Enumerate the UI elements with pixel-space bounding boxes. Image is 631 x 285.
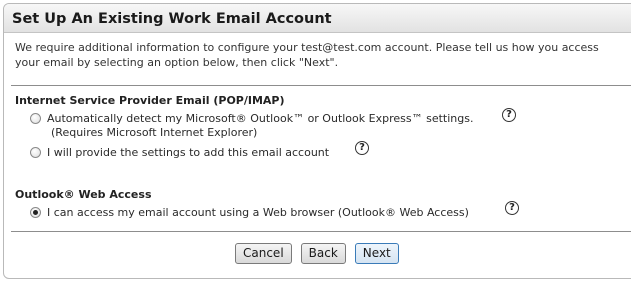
section-title-owa: Outlook® Web Access	[15, 188, 152, 201]
back-button[interactable]: Back	[300, 243, 346, 264]
help-icon[interactable]: ?	[505, 201, 519, 215]
panel-header: Set Up An Existing Work Email Account	[4, 4, 631, 33]
intro-line-1: We require additional information to con…	[15, 41, 599, 54]
option-auto-detect[interactable]: Automatically detect my Microsoft® Outlo…	[30, 112, 473, 140]
cancel-button[interactable]: Cancel	[235, 243, 292, 264]
manual-settings-radio[interactable]	[30, 147, 41, 158]
web-access-label: I can access my email account using a We…	[47, 206, 469, 219]
auto-detect-sublabel: (Requires Microsoft Internet Explorer)	[51, 126, 258, 139]
page-title: Set Up An Existing Work Email Account	[12, 11, 332, 27]
auto-detect-radio[interactable]	[30, 113, 41, 124]
section-title-pop-imap: Internet Service Provider Email (POP/IMA…	[15, 94, 285, 107]
divider	[11, 85, 631, 86]
button-row: Cancel Back Next	[235, 243, 399, 264]
intro-line-2: your email by selecting an option below,…	[15, 56, 339, 69]
option-web-access[interactable]: I can access my email account using a We…	[30, 206, 469, 220]
next-button[interactable]: Next	[354, 243, 399, 264]
auto-detect-label: Automatically detect my Microsoft® Outlo…	[47, 112, 474, 125]
manual-settings-label: I will provide the settings to add this …	[47, 146, 330, 159]
intro-text: We require additional information to con…	[15, 40, 631, 70]
option-manual-settings[interactable]: I will provide the settings to add this …	[30, 146, 329, 160]
divider	[11, 231, 631, 232]
web-access-radio[interactable]	[30, 207, 41, 218]
help-icon[interactable]: ?	[355, 141, 369, 155]
help-icon[interactable]: ?	[502, 108, 516, 122]
